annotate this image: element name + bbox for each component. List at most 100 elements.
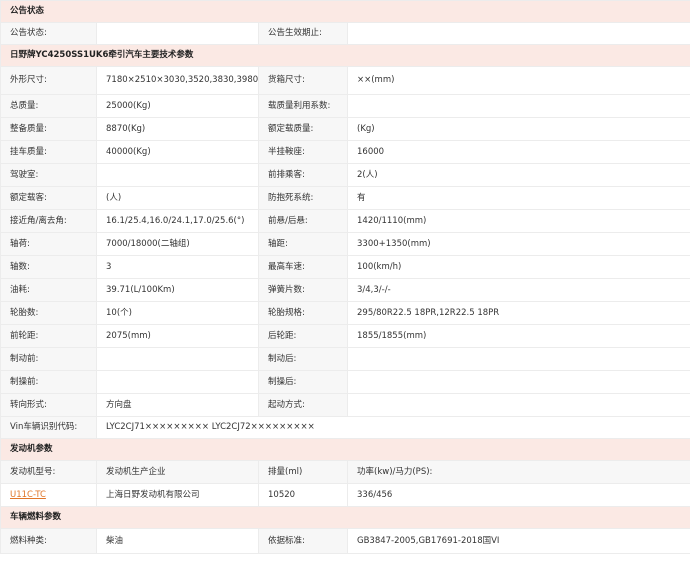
field-label: 油耗: [0,278,97,302]
field-value: 16000 [346,140,690,164]
table-row: 整备质量: 8870(Kg) 额定载质量: (Kg) [0,117,690,141]
field-label: 载质量利用系数: [258,94,348,118]
field-label: 轴荷: [0,232,97,256]
field-label: 公告状态: [0,22,97,45]
field-value [96,163,259,187]
section-header-engine: 发动机参数 [0,438,690,461]
field-value: ××(mm) [346,66,690,95]
section-header-tech: 日野牌YC4250SS1UK6牵引汽车主要技术参数 [0,44,690,67]
field-value: 10520 [258,483,348,507]
table-row: 接近角/离去角: 16.1/25.4,16.0/24.1,17.0/25.6(°… [0,209,690,233]
field-label: 起动方式: [258,393,348,417]
field-label: 后轮距: [258,324,348,348]
field-value: 柴油 [96,528,259,554]
field-label: 防抱死系统: [258,186,348,210]
table-row: 制操前: 制操后: [0,370,690,394]
table-row: 驾驶室: 前排乘客: 2(人) [0,163,690,187]
table-row: 轴荷: 7000/18000(二轴组) 轴距: 3300+1350(mm) [0,232,690,256]
field-label: Vin车辆识别代码: [0,416,97,439]
field-label: 总质量: [0,94,97,118]
field-label: 额定载客: [0,186,97,210]
field-label: 转向形式: [0,393,97,417]
table-row: 外形尺寸: 7180×2510×3030,3520,3830,3980(mm) … [0,66,690,95]
field-label: 前轮距: [0,324,97,348]
field-value: 7180×2510×3030,3520,3830,3980(mm) [96,66,259,95]
field-value [96,22,259,45]
field-value: GB3847-2005,GB17691-2018国VI [346,528,690,554]
field-value: (人) [96,186,259,210]
field-value: 100(km/h) [346,255,690,279]
table-row: 额定载客: (人) 防抱死系统: 有 [0,186,690,210]
column-header: 发动机型号: [0,460,97,484]
field-value: 3/4,3/-/- [346,278,690,302]
table-row-vin: Vin车辆识别代码: LYC2CJ71××××××××× LYC2CJ72×××… [0,416,690,439]
section-title: 日野牌YC4250SS1UK6牵引汽车主要技术参数 [0,44,690,67]
field-label: 弹簧片数: [258,278,348,302]
field-value [96,347,259,371]
field-value [346,22,690,45]
field-label: 前排乘客: [258,163,348,187]
field-label: 燃料种类: [0,528,97,554]
field-label: 轮胎规格: [258,301,348,325]
field-label: 驾驶室: [0,163,97,187]
field-value: 40000(Kg) [96,140,259,164]
field-label: 轴距: [258,232,348,256]
field-label: 外形尺寸: [0,66,97,95]
field-label: 额定载质量: [258,117,348,141]
field-value: 16.1/25.4,16.0/24.1,17.0/25.6(°) [96,209,259,233]
field-label: 轴数: [0,255,97,279]
field-value [346,347,690,371]
table-row: 燃料种类: 柴油 依据标准: GB3847-2005,GB17691-2018国… [0,528,690,554]
table-row: 油耗: 39.71(L/100Km) 弹簧片数: 3/4,3/-/- [0,278,690,302]
field-label: 公告生效期止: [258,22,348,45]
field-label: 制动后: [258,347,348,371]
table-row: 前轮距: 2075(mm) 后轮距: 1855/1855(mm) [0,324,690,348]
section-title: 发动机参数 [0,438,690,461]
table-row: 公告状态: 公告生效期止: [0,22,690,45]
section-header-fuel: 车辆燃料参数 [0,506,690,529]
field-label: 整备质量: [0,117,97,141]
field-value: 39.71(L/100Km) [96,278,259,302]
spec-table: 公告状态 公告状态: 公告生效期止: 日野牌YC4250SS1UK6牵引汽车主要… [0,0,690,554]
field-value: 2(人) [346,163,690,187]
table-row: 转向形式: 方向盘 起动方式: [0,393,690,417]
table-row: U11C-TC 上海日野发动机有限公司 10520 336/456 [0,483,690,507]
column-header: 功率(kw)/马力(PS): [346,460,690,484]
field-value: 上海日野发动机有限公司 [96,483,259,507]
field-value: 3300+1350(mm) [346,232,690,256]
field-label: 制操后: [258,370,348,394]
field-label: 依据标准: [258,528,348,554]
field-label: 货箱尺寸: [258,66,348,95]
field-value: 2075(mm) [96,324,259,348]
field-value: 336/456 [346,483,690,507]
vin-value: LYC2CJ71××××××××× LYC2CJ72××××××××× [95,416,690,439]
field-value: 3 [96,255,259,279]
field-value: (Kg) [346,117,690,141]
field-value [346,370,690,394]
field-value: 10(个) [96,301,259,325]
field-label: 轮胎数: [0,301,97,325]
table-row: 挂车质量: 40000(Kg) 半挂鞍座: 16000 [0,140,690,164]
column-header: 排量(ml) [258,460,348,484]
column-header: 发动机生产企业 [96,460,259,484]
field-value: 方向盘 [96,393,259,417]
table-row: 制动前: 制动后: [0,347,690,371]
field-value: 25000(Kg) [96,94,259,118]
field-value: 8870(Kg) [96,117,259,141]
table-row: 总质量: 25000(Kg) 载质量利用系数: [0,94,690,118]
field-label: 挂车质量: [0,140,97,164]
field-value [346,94,690,118]
section-title: 车辆燃料参数 [0,506,690,529]
field-label: 制动前: [0,347,97,371]
field-label: 制操前: [0,370,97,394]
engine-model-link[interactable]: U11C-TC [10,490,46,500]
field-value [96,370,259,394]
section-header-notice: 公告状态 [0,0,690,23]
field-value: 7000/18000(二轴组) [96,232,259,256]
field-value: 1855/1855(mm) [346,324,690,348]
field-value: 295/80R22.5 18PR,12R22.5 18PR [346,301,690,325]
field-label: 前悬/后悬: [258,209,348,233]
field-label: 最高车速: [258,255,348,279]
field-label: 半挂鞍座: [258,140,348,164]
table-row: 轮胎数: 10(个) 轮胎规格: 295/80R22.5 18PR,12R22.… [0,301,690,325]
